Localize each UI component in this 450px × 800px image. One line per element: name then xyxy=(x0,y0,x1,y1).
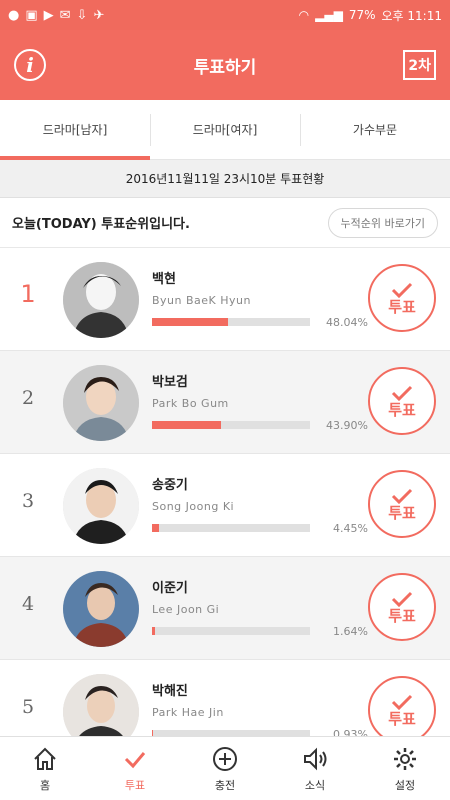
ranking-header: 오늘(TODAY) 투표순위입니다. 누적순위 바로가기 xyxy=(0,198,450,248)
rank-number: 5 xyxy=(21,696,35,718)
vote-button-label: 투표 xyxy=(388,606,416,625)
wifi-icon: ◠ xyxy=(298,8,310,22)
message-icon: ▣ xyxy=(25,7,38,23)
vote-progress-bar xyxy=(152,524,310,532)
vote-status-timestamp: 2016년11월11일 23시10분 투표현황 xyxy=(0,160,450,198)
page-title: 투표하기 xyxy=(193,57,257,78)
battery-level: 77% xyxy=(348,8,376,22)
vote-percent: 0.93% xyxy=(333,728,368,736)
vote-progress-bar xyxy=(152,627,310,635)
check-icon xyxy=(391,385,413,401)
plus-circle-icon xyxy=(213,746,237,771)
list-item: 3 송중기 Song Joong Ki 4.45% 투표 xyxy=(0,454,450,557)
home-icon xyxy=(34,747,56,770)
status-right: ◠ ▂▄▆ 77% 오후 11:11 xyxy=(299,7,442,24)
tab-singer[interactable]: 가수부문 xyxy=(300,100,450,159)
nav-settings[interactable]: 설정 xyxy=(360,737,450,800)
gear-icon xyxy=(394,747,416,770)
vote-percent: 43.90% xyxy=(326,419,368,432)
candidate-name-ko: 백현 xyxy=(152,272,176,287)
vote-progress-fill xyxy=(152,421,222,429)
nav-charge[interactable]: 충전 xyxy=(180,737,270,800)
vote-button[interactable]: 투표 xyxy=(368,367,436,435)
vote-progress-bar xyxy=(152,318,310,326)
app-header: i 투표하기 2차 xyxy=(0,30,450,100)
check-icon xyxy=(124,751,146,768)
vote-percent: 4.45% xyxy=(333,522,368,535)
mail-icon: ✉ xyxy=(59,7,71,23)
vote-button[interactable]: 투표 xyxy=(368,573,436,641)
candidate-list: 1 백현 Byun BaeK Hyun 48.04% 투표 2 박보검 Park… xyxy=(0,248,450,736)
candidate-name-en: Park Bo Gum xyxy=(152,397,229,410)
candidate-name-ko: 박보검 xyxy=(152,375,188,390)
speaker-icon xyxy=(304,747,327,770)
vote-progress-bar xyxy=(152,421,310,429)
nav-label: 투표 xyxy=(124,778,146,792)
ranking-title: 오늘(TODAY) 투표순위입니다. xyxy=(12,217,190,232)
twitter-icon: ✈ xyxy=(93,7,105,23)
list-item: 1 백현 Byun BaeK Hyun 48.04% 투표 xyxy=(0,248,450,351)
vote-button-label: 투표 xyxy=(388,400,416,419)
rank-number: 3 xyxy=(21,490,35,512)
tab-drama-female[interactable]: 드라마[여자] xyxy=(150,100,300,159)
chat-icon: ● xyxy=(8,7,20,23)
rank-number: 1 xyxy=(20,280,36,308)
candidate-name-en: Park Hae Jin xyxy=(152,706,224,719)
cumulative-ranking-button[interactable]: 누적순위 바로가기 xyxy=(327,207,438,238)
vote-progress-fill xyxy=(152,524,160,532)
nav-label: 소식 xyxy=(304,778,326,792)
download-icon: ⇩ xyxy=(76,7,88,23)
bottom-navigation: 홈 투표 충전 소식 설정 xyxy=(0,736,450,800)
vote-progress-fill xyxy=(152,627,155,635)
check-icon xyxy=(391,282,413,298)
nav-label: 설정 xyxy=(394,778,416,792)
check-icon xyxy=(391,694,413,710)
vote-progress-fill xyxy=(152,318,228,326)
list-item: 5 박해진 Park Hae Jin 0.93% 투표 xyxy=(0,660,450,736)
avatar xyxy=(63,262,139,338)
nav-vote[interactable]: 투표 xyxy=(90,737,180,800)
candidate-name-ko: 송중기 xyxy=(152,478,188,493)
category-tabs: 드라마[남자] 드라마[여자] 가수부문 xyxy=(0,100,450,160)
candidate-name-ko: 박해진 xyxy=(152,684,188,699)
list-item: 2 박보검 Park Bo Gum 43.90% 투표 xyxy=(0,351,450,454)
tab-drama-male[interactable]: 드라마[남자] xyxy=(0,100,150,160)
rank-number: 2 xyxy=(21,387,35,409)
rank-number: 4 xyxy=(21,593,35,615)
vote-button-label: 투표 xyxy=(388,709,416,728)
vote-button[interactable]: 투표 xyxy=(368,676,436,736)
nav-label: 충전 xyxy=(214,778,236,792)
avatar xyxy=(63,468,139,544)
vote-percent: 48.04% xyxy=(326,316,368,329)
check-icon xyxy=(391,591,413,607)
vote-button-label: 투표 xyxy=(388,503,416,522)
play-icon: ▶ xyxy=(43,7,54,23)
info-icon[interactable]: i xyxy=(14,49,46,81)
nav-news[interactable]: 소식 xyxy=(270,737,360,800)
avatar xyxy=(63,365,139,441)
candidate-name-ko: 이준기 xyxy=(152,581,188,596)
nav-home[interactable]: 홈 xyxy=(0,737,90,800)
avatar xyxy=(63,571,139,647)
round-button[interactable]: 2차 xyxy=(403,50,436,80)
list-item: 4 이준기 Lee Joon Gi 1.64% 투표 xyxy=(0,557,450,660)
signal-icon: ▂▄▆ xyxy=(315,8,343,22)
status-bar: ● ▣ ▶ ✉ ⇩ ✈ ◠ ▂▄▆ 77% 오후 11:11 xyxy=(0,0,450,30)
vote-button[interactable]: 투표 xyxy=(368,470,436,538)
check-icon xyxy=(391,488,413,504)
vote-button-label: 투표 xyxy=(388,297,416,316)
vote-percent: 1.64% xyxy=(333,625,368,638)
vote-button[interactable]: 투표 xyxy=(368,264,436,332)
candidate-name-en: Song Joong Ki xyxy=(152,500,235,513)
nav-label: 홈 xyxy=(39,778,51,792)
notification-icons: ● ▣ ▶ ✉ ⇩ ✈ xyxy=(8,9,104,22)
candidate-name-en: Byun BaeK Hyun xyxy=(152,294,251,307)
candidate-name-en: Lee Joon Gi xyxy=(152,603,220,616)
clock: 오후 11:11 xyxy=(381,8,442,23)
avatar xyxy=(63,674,139,736)
